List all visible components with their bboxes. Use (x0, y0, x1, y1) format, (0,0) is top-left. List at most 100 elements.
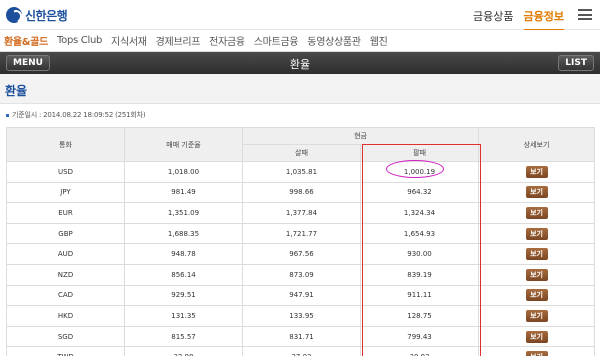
subnav-item-exchange-gold[interactable]: 환율&골드 (4, 33, 48, 48)
base-rate-cell: 815.57 (124, 325, 243, 348)
subnav-item-video-products[interactable]: 동영상상품관 (307, 33, 361, 48)
base-rate-cell: 981.49 (124, 181, 243, 204)
base-rate-cell: 131.35 (124, 305, 243, 327)
logo-text: 신한은행 (25, 8, 68, 23)
currency-cell: AUD (6, 243, 125, 265)
table-row: CAD 929.51 947.91 911.11 보기 (6, 284, 596, 307)
bank-logo[interactable]: 신한은행 (6, 6, 68, 24)
buy-rate-cell: 1,377.84 (242, 202, 361, 224)
view-detail-button[interactable]: 보기 (525, 309, 548, 322)
sell-rate-cell: 30.93 (359, 346, 480, 356)
table-row: TWD33.9837.0330.93 보기 (6, 346, 596, 356)
base-time-text: 기준일시 : 2014.08.22 18:09:52 (251회차) (12, 111, 146, 119)
sub-navigation: 환율&골드 Tops Club 지식서재 경제브리프 전자금융 스마트금융 동영… (0, 30, 600, 52)
detail-cell: 보기 (478, 284, 596, 307)
list-button[interactable]: LIST (558, 55, 594, 71)
table-row: AUD 948.78 967.56 930.00 보기 (6, 243, 596, 265)
view-detail-button[interactable]: 보기 (525, 165, 548, 178)
view-detail-button[interactable]: 보기 (525, 206, 548, 219)
menu-financial-info[interactable]: 금융정보 (523, 8, 564, 31)
buy-rate-cell: 1,721.77 (242, 222, 361, 245)
subnav-item-economic-brief[interactable]: 경제브리프 (156, 33, 201, 48)
sell-rate-cell: 930.00 (359, 243, 480, 265)
base-rate-cell: 856.14 (124, 263, 243, 286)
base-rate-cell: 33.98 (124, 346, 243, 356)
detail-cell: 보기 (478, 263, 596, 286)
subnav-item-tops-club[interactable]: Tops Club (57, 35, 102, 46)
base-rate-cell: 929.51 (124, 284, 243, 307)
detail-cell: 보기 (478, 222, 596, 245)
currency-cell: HKD (6, 305, 125, 327)
table-row: SGD 815.57 831.71 799.43 보기 (6, 325, 596, 348)
detail-cell: 보기 (478, 181, 596, 204)
top-header: 신한은행 금융상품 금융정보 (0, 0, 600, 31)
base-rate-cell: 1,688.35 (124, 222, 243, 245)
detail-cell: 보기 (478, 202, 596, 224)
sell-rate-cell: 911.11 (359, 284, 480, 307)
sell-rate-cell: 839.19 (359, 263, 480, 286)
table-row: NZD 856.14 873.09 839.19 보기 (6, 263, 596, 286)
page-title: 환율 (289, 58, 311, 71)
section-header: 환율 (0, 74, 600, 104)
sell-rate-cell: 1,000.19 (359, 161, 480, 183)
logo-icon (6, 7, 22, 23)
buy-rate-cell: 37.03 (242, 346, 361, 356)
view-detail-button[interactable]: 보기 (525, 351, 548, 356)
detail-cell: 보기 (478, 243, 596, 265)
sell-rate-cell: 1,324.34 (359, 202, 480, 224)
base-rate-cell: 1,351.09 (124, 202, 243, 224)
section-title: 환율 (5, 84, 28, 98)
top-menu: 금융상품 금융정보 (473, 8, 564, 31)
buy-rate-cell: 947.91 (242, 284, 361, 307)
currency-cell: NZD (6, 263, 125, 286)
view-detail-button[interactable]: 보기 (525, 227, 548, 240)
detail-cell: 보기 (478, 325, 596, 348)
header-sell: 팔때 (359, 144, 480, 162)
subnav-item-knowledge-library[interactable]: 지식서재 (111, 33, 147, 48)
buy-rate-cell: 998.66 (242, 181, 361, 204)
base-rate-cell: 948.78 (124, 243, 243, 265)
header-currency: 통화 (6, 127, 125, 162)
bullet-icon (6, 113, 9, 117)
title-bar: MENU 환율 LIST (0, 52, 600, 74)
subnav-item-smart-banking[interactable]: 스마트금융 (254, 33, 299, 48)
menu-financial-products[interactable]: 금융상품 (473, 8, 513, 31)
buy-rate-cell: 967.56 (242, 243, 361, 265)
buy-rate-cell: 133.95 (242, 305, 361, 327)
view-detail-button[interactable]: 보기 (525, 289, 548, 302)
table-row: EUR 1,351.09 1,377.84 1,324.34 보기 (6, 202, 596, 224)
view-detail-button[interactable]: 보기 (525, 186, 548, 199)
sell-rate-cell: 128.75 (359, 305, 480, 327)
sell-rate-cell: 964.32 (359, 181, 480, 204)
view-detail-button[interactable]: 보기 (525, 330, 548, 343)
buy-rate-cell: 873.09 (242, 263, 361, 286)
currency-cell: TWD (6, 346, 125, 356)
sell-rate-cell: 1,654.93 (359, 222, 480, 245)
sell-rate-cell: 799.43 (359, 325, 480, 348)
view-detail-button[interactable]: 보기 (525, 268, 548, 281)
currency-cell: SGD (6, 325, 125, 348)
hamburger-menu-icon[interactable] (578, 9, 592, 20)
subnav-item-webzine[interactable]: 웹진 (370, 33, 388, 48)
currency-cell: EUR (6, 202, 125, 224)
table-row: HKD 131.35 133.95 128.75 보기 (6, 305, 596, 327)
detail-cell: 보기 (478, 346, 596, 356)
base-rate-cell: 1,018.00 (124, 161, 243, 183)
view-detail-button[interactable]: 보기 (525, 248, 548, 261)
table-row: JPY 981.49 998.66 964.32 보기 (6, 181, 596, 204)
header-detail: 상세보기 (478, 127, 596, 162)
table-row: GBP 1,688.35 1,721.77 1,654.93 보기 (6, 222, 596, 245)
buy-rate-cell: 1,035.81 (242, 161, 361, 183)
header-buy: 살때 (242, 144, 361, 162)
subnav-item-e-banking[interactable]: 전자금융 (209, 33, 245, 48)
detail-cell: 보기 (478, 305, 596, 327)
exchange-rate-table: 통화 매매 기준율 현금 상세보기 살때 팔때 USD 1,018.00 1,035… (6, 127, 596, 356)
currency-cell: JPY (6, 181, 125, 204)
buy-rate-cell: 831.71 (242, 325, 361, 348)
header-cash: 현금 (241, 127, 480, 145)
header-base-rate: 매매 기준율 (124, 127, 243, 162)
base-time: 기준일시 : 2014.08.22 18:09:52 (251회차) (6, 110, 146, 120)
table-row: USD 1,018.00 1,035.81 1,000.19 보기 (6, 161, 596, 183)
currency-cell: GBP (6, 222, 125, 245)
currency-cell: USD (6, 161, 125, 183)
